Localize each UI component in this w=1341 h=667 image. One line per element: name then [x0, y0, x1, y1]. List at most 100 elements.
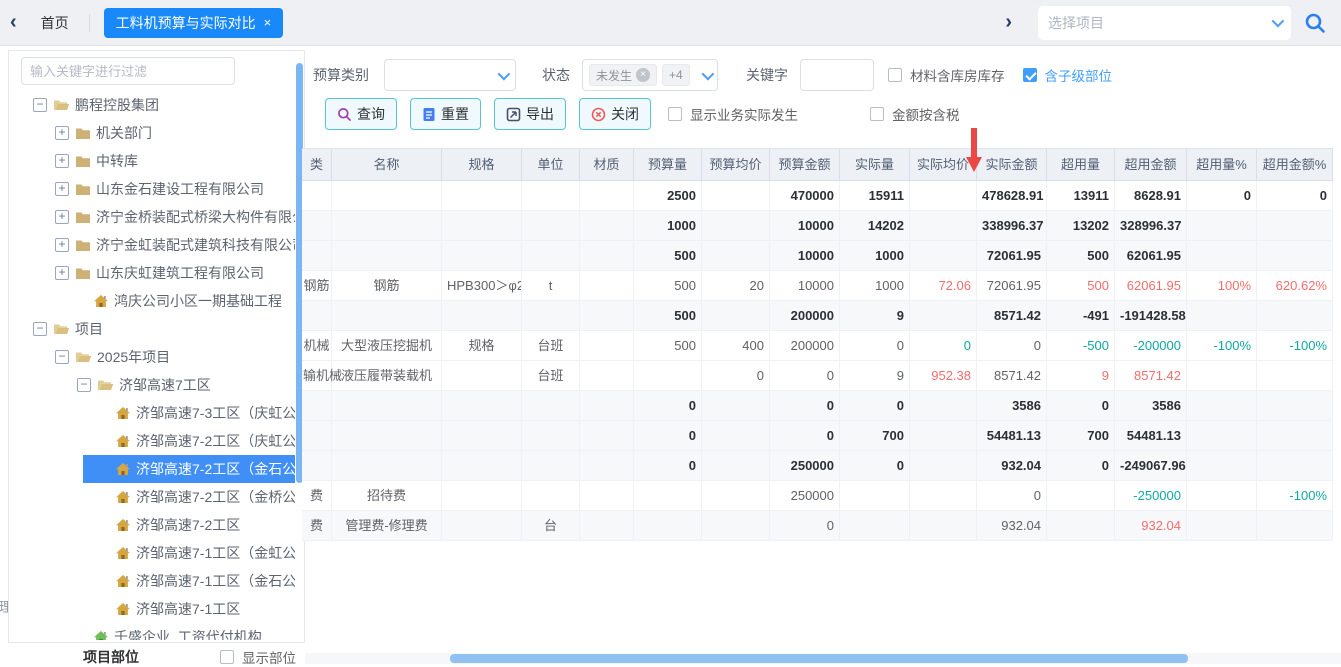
- table-row[interactable]: 费招待费2500000-250000-100%: [302, 481, 1333, 511]
- tree-item-label: 千盛企业_工资代付机构: [114, 627, 262, 640]
- tag-close-icon[interactable]: ×: [636, 68, 650, 82]
- tree-item[interactable]: 千盛企业_工资代付机构: [9, 623, 295, 640]
- table-cell: [910, 211, 977, 241]
- tree-item[interactable]: +机关部门: [9, 119, 295, 147]
- table-row[interactable]: 000358603586: [302, 391, 1333, 421]
- table-row[interactable]: 钢筋钢筋HPB300＞φ2t5002010000100072.0672061.9…: [302, 271, 1333, 301]
- tree-item[interactable]: −鹏程控股集团: [9, 91, 295, 119]
- table-cell: -250000: [1115, 481, 1187, 511]
- table-cell: 72061.95: [977, 271, 1047, 301]
- collapse-icon[interactable]: −: [77, 378, 91, 392]
- house-icon: [115, 462, 131, 476]
- table-cell: 478628.91: [977, 181, 1047, 211]
- expand-icon[interactable]: +: [55, 126, 69, 140]
- table-row[interactable]: 50020000098571.42-491-191428.58: [302, 301, 1333, 331]
- tree-item[interactable]: 济邹高速7-1工区: [9, 595, 295, 623]
- table-cell: 8628.91: [1115, 181, 1187, 211]
- table-cell: [702, 451, 770, 481]
- table-cell: 400: [702, 331, 770, 361]
- expand-icon[interactable]: +: [55, 266, 69, 280]
- tree-item[interactable]: 鸿庆公司小区一期基础工程: [9, 287, 295, 315]
- tree-item[interactable]: 济邹高速7-1工区（金石公司: [9, 567, 295, 595]
- collapse-icon[interactable]: −: [33, 322, 47, 336]
- close-button[interactable]: 关闭: [579, 98, 651, 130]
- material-stock-checkbox[interactable]: [888, 68, 902, 82]
- expand-icon[interactable]: +: [55, 154, 69, 168]
- action-bar: 查询 重置 导出 关闭 显示业务实际发生 金额按含税: [305, 97, 1341, 131]
- export-button[interactable]: 导出: [494, 98, 566, 130]
- folder-open-icon: [97, 378, 114, 392]
- budget-type-select[interactable]: [384, 59, 516, 91]
- table-cell: 932.04: [1115, 511, 1187, 541]
- table-cell: [840, 511, 910, 541]
- tree-item[interactable]: −济邹高速7工区: [9, 371, 295, 399]
- tree-item[interactable]: −项目: [9, 315, 295, 343]
- collapse-icon[interactable]: −: [33, 98, 47, 112]
- tax-checkbox[interactable]: [870, 107, 884, 121]
- tree-item[interactable]: +山东金石建设工程有限公司: [9, 175, 295, 203]
- horizontal-scrollbar-thumb[interactable]: [450, 654, 1188, 663]
- table-cell: 0: [1047, 391, 1115, 421]
- tree-item[interactable]: 济邹高速7-2工区: [9, 511, 295, 539]
- export-icon: [506, 107, 521, 122]
- tree-item[interactable]: 济邹高速7-2工区（庆虹公司: [9, 427, 295, 455]
- table-cell: 250000: [770, 481, 840, 511]
- tree-item[interactable]: −2025年项目: [9, 343, 295, 371]
- table-cell: 3586: [1115, 391, 1187, 421]
- expand-icon[interactable]: +: [55, 210, 69, 224]
- table-cell: [580, 451, 634, 481]
- tax-checkbox-row: 金额按含税: [870, 104, 960, 124]
- search-icon[interactable]: [1303, 11, 1327, 35]
- expand-icon[interactable]: +: [55, 238, 69, 252]
- table-cell: 1000: [840, 271, 910, 301]
- table-cell: HPB300＞φ2: [442, 271, 522, 301]
- tree-item[interactable]: +中转库: [9, 147, 295, 175]
- material-checkbox-row: 材料含库房库存: [888, 65, 1005, 85]
- tree-filter-input[interactable]: [21, 57, 235, 85]
- tab-active-budget-compare[interactable]: 工料机预算与实际对比 ×: [104, 8, 284, 38]
- show-actual-checkbox[interactable]: [668, 107, 682, 121]
- table-row[interactable]: 输机械液压履带装载机台班009952.388571.4298571.42: [302, 361, 1333, 391]
- tree-item[interactable]: 济邹高速7-2工区（金石公司: [9, 455, 295, 483]
- tab-home[interactable]: 首页: [27, 13, 83, 33]
- table-row[interactable]: 02500000932.040-249067.96: [302, 451, 1333, 481]
- table-cell: 200000: [770, 301, 840, 331]
- table-cell: 台: [522, 511, 580, 541]
- table-cell: 0: [770, 421, 840, 451]
- table-cell: 机械: [302, 331, 332, 361]
- keyword-input[interactable]: [800, 59, 874, 91]
- top-tab-bar: ‹ 首页 工料机预算与实际对比 × › 选择项目: [0, 0, 1341, 46]
- table-cell: [332, 181, 442, 211]
- table-row[interactable]: 0070054481.1370054481.13: [302, 421, 1333, 451]
- project-select[interactable]: 选择项目: [1038, 6, 1291, 40]
- horizontal-scrollbar: [305, 653, 1341, 664]
- tree-item[interactable]: +济宁金虹装配式建筑科技有限公司: [9, 231, 295, 259]
- table-cell: [1257, 451, 1333, 481]
- table-cell: [910, 451, 977, 481]
- table-row[interactable]: 10001000014202338996.3713202328996.37: [302, 211, 1333, 241]
- expand-icon[interactable]: +: [55, 182, 69, 196]
- sub-parts-checkbox[interactable]: [1023, 68, 1037, 82]
- status-tag-more: +4: [662, 64, 690, 86]
- back-chevron-icon[interactable]: ‹: [0, 11, 27, 34]
- table-row[interactable]: 机械大型液压挖掘机规格台班500400200000000-500-200000-…: [302, 331, 1333, 361]
- show-part-checkbox[interactable]: [220, 650, 234, 664]
- tree-item[interactable]: +济宁金桥装配式桥梁大构件有限公: [9, 203, 295, 231]
- collapse-icon[interactable]: −: [55, 350, 69, 364]
- table-cell: 0: [910, 331, 977, 361]
- table-cell: 2500: [634, 181, 702, 211]
- query-button[interactable]: 查询: [325, 98, 397, 130]
- table-row[interactable]: 费管理费-修理费台0932.04932.04: [302, 511, 1333, 541]
- table-row[interactable]: 50010000100072061.9550062061.95: [302, 241, 1333, 271]
- table-cell: 15911: [840, 181, 910, 211]
- tree-item[interactable]: 济邹高速7-1工区（金虹公司: [9, 539, 295, 567]
- tab-close-icon[interactable]: ×: [264, 15, 272, 30]
- tree-item[interactable]: +山东庆虹建筑工程有限公司: [9, 259, 295, 287]
- tree-item[interactable]: 济邹高速7-2工区（金桥公司: [9, 483, 295, 511]
- table-row[interactable]: 250047000015911478628.91139118628.9100: [302, 181, 1333, 211]
- reset-button[interactable]: 重置: [410, 98, 481, 130]
- status-select[interactable]: 未发生 × +4: [582, 59, 718, 91]
- tree-item[interactable]: 济邹高速7-3工区（庆虹公司: [9, 399, 295, 427]
- forward-chevron-icon[interactable]: ›: [995, 11, 1022, 34]
- column-header: 预算金额: [770, 149, 840, 181]
